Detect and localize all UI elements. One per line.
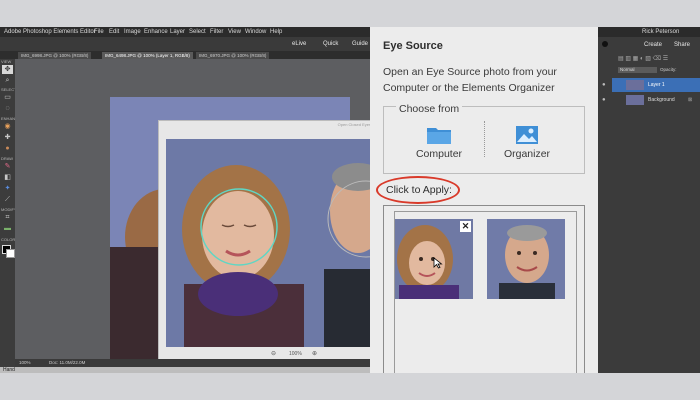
canvas-area[interactable]: Open Closed Eyes ⊖ 100% ⊕ <box>15 59 370 359</box>
eye-visibility-icon[interactable]: ● <box>602 78 606 92</box>
eye-source-thumbnail[interactable]: ✕ <box>395 219 473 299</box>
menu-edit[interactable]: Edit <box>109 27 119 37</box>
close-icon[interactable]: ✕ <box>460 221 471 232</box>
eraser-tool-icon[interactable]: ◧ <box>2 173 13 182</box>
layer-name: Layer 1 <box>648 82 665 88</box>
tab-doc-3[interactable]: IMG_6970.JPG @ 100% (RGB/8) <box>196 52 270 59</box>
guided-edit-window: Open Closed Eyes ⊖ 100% ⊕ <box>158 120 370 359</box>
user-name[interactable]: Rick Peterson <box>642 28 679 36</box>
layer-tools-row: ▤ ▥ ▦ ◐ ▧ ⌫ ☰ <box>618 56 669 62</box>
menu-layer[interactable]: Layer <box>170 27 185 37</box>
tools-panel: VIEW ✥ ⌕ SELECT ▭ ◌ ENHANCE ◉ ✚ ● DRAW ✎… <box>0 59 21 367</box>
panel-header: Create Share <box>598 37 700 51</box>
zoom-in-icon[interactable]: ⊕ <box>312 347 317 359</box>
edit-photo-art <box>166 139 370 347</box>
organizer-photo-icon <box>516 126 538 144</box>
menu-image[interactable]: Image <box>124 27 141 37</box>
edit-zoom-row: ⊖ 100% ⊕ <box>159 347 370 359</box>
status-bar: 100% Doc: 11.0M/22.0M <box>15 359 370 367</box>
eye-source-thumbnail[interactable] <box>487 219 565 299</box>
straighten-tool-icon[interactable]: ▬ <box>2 224 13 233</box>
user-avatar-icon <box>602 41 608 47</box>
mode-elive[interactable]: eLive <box>292 37 306 51</box>
opacity-label: Opacity: <box>660 67 677 72</box>
choose-from-group: Computer Organizer <box>383 106 585 174</box>
menu-enhance[interactable]: Enhance <box>144 27 168 37</box>
layers-panel: Create Share Rick Peterson ▤ ▥ ▦ ◐ ▧ ⌫ ☰… <box>598 29 700 373</box>
choose-divider <box>484 121 485 157</box>
edit-photo[interactable] <box>166 139 370 347</box>
mouse-pointer-icon <box>433 257 443 269</box>
status-tool: Hand <box>3 367 15 373</box>
smart-brush-tool-icon[interactable]: ● <box>2 144 13 153</box>
menu-window[interactable]: Window <box>245 27 266 37</box>
blend-mode-select[interactable]: Normal <box>618 67 657 73</box>
organizer-label: Organizer <box>503 148 551 160</box>
paint-bucket-tool-icon[interactable]: ✦ <box>2 184 13 193</box>
computer-label: Computer <box>415 148 463 160</box>
lasso-tool-icon[interactable]: ◌ <box>2 104 13 113</box>
layer-name: Background <box>648 97 675 103</box>
status-doc-size: Doc: 11.0M/22.0M <box>49 360 86 365</box>
edit-window-title: Open Closed Eyes <box>337 122 370 127</box>
crop-tool-icon[interactable]: ⌗ <box>2 213 13 222</box>
organizer-source-button[interactable]: Organizer <box>487 121 567 161</box>
eye-tool-icon[interactable]: ◉ <box>2 122 13 131</box>
eye-source-title: Eye Source <box>383 40 443 52</box>
layer-row-layer-1[interactable]: ● Layer 1 <box>602 78 700 92</box>
zoom-tool-icon[interactable]: ⌕ <box>2 76 13 85</box>
eye-source-description: Open an Eye Source photo from your Compu… <box>383 66 557 94</box>
lock-icon[interactable]: ⊠ <box>688 93 692 107</box>
mode-bar: eLive Quick Guide <box>0 37 370 51</box>
menu-file[interactable]: File <box>94 27 104 37</box>
tools-label-draw: DRAW <box>1 156 14 161</box>
mode-quick[interactable]: Quick <box>323 37 338 51</box>
click-to-apply-label: Click to Apply: <box>386 184 452 196</box>
computer-source-button[interactable]: Computer <box>399 121 479 161</box>
marquee-tool-icon[interactable]: ▭ <box>2 93 13 102</box>
zoom-out-icon[interactable]: ⊖ <box>271 347 276 359</box>
eye-source-panel: Eye Source Open an Eye Source photo from… <box>370 27 598 373</box>
layer-row-background[interactable]: ● Background ⊠ <box>602 93 700 107</box>
menu-view[interactable]: View <box>228 27 241 37</box>
create-button[interactable]: Create <box>644 38 662 52</box>
eye-source-list: ✕ <box>383 205 585 373</box>
menu-select[interactable]: Select <box>189 27 206 37</box>
share-button[interactable]: Share <box>674 38 690 52</box>
eyedropper-tool-icon[interactable]: ⟋ <box>2 195 13 204</box>
eye-source-thumbnails: ✕ <box>394 211 577 373</box>
move-tool-icon[interactable]: ✥ <box>2 65 13 74</box>
eye-visibility-icon[interactable]: ● <box>602 93 606 107</box>
menu-help[interactable]: Help <box>270 27 282 37</box>
choose-from-label: Choose from <box>396 103 463 115</box>
menu-filter[interactable]: Filter <box>210 27 223 37</box>
mode-guided[interactable]: Guide <box>352 37 368 51</box>
document-tabs: IMG_6998.JPG @ 100% (RGB/8) IMG_6498.JPG… <box>0 51 370 59</box>
tools-label-view: VIEW <box>1 59 12 64</box>
layer-thumbnail <box>626 95 644 105</box>
layer-thumbnail <box>626 80 644 90</box>
spot-heal-tool-icon[interactable]: ✚ <box>2 133 13 142</box>
app-window: Adobe Photoshop Elements Editor File Edi… <box>0 27 700 373</box>
app-title: Adobe Photoshop Elements Editor <box>4 29 96 35</box>
tab-doc-2[interactable]: IMG_6498.JPG @ 100% (Layer 1, RGB/8) <box>102 52 193 59</box>
edit-zoom-value: 100% <box>289 351 302 357</box>
folder-icon <box>427 128 451 144</box>
tools-label-color: COLOR <box>1 237 16 242</box>
brush-tool-icon[interactable]: ✎ <box>2 162 13 171</box>
background-color-swatch[interactable] <box>6 249 15 258</box>
tab-doc-1[interactable]: IMG_6998.JPG @ 100% (RGB/8) <box>18 52 92 59</box>
man-thumbnail-art <box>487 219 565 299</box>
status-zoom: 100% <box>19 360 31 365</box>
